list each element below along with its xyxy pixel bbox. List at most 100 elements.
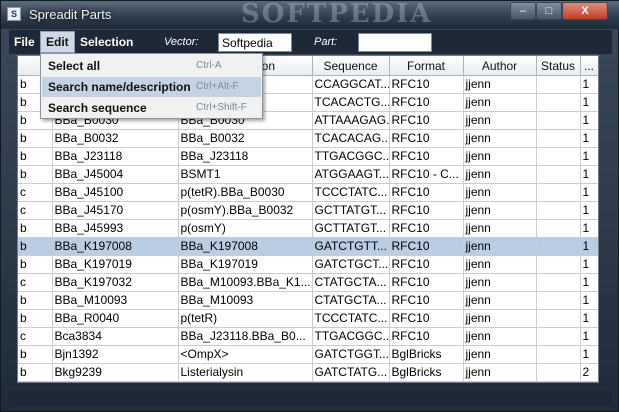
column-header[interactable]: Format — [389, 56, 464, 76]
table-cell[interactable]: 1 — [580, 75, 598, 94]
table-cell[interactable]: jjenn — [463, 111, 537, 130]
table-cell[interactable]: b — [18, 165, 53, 184]
table-cell[interactable]: ATGGAAGT... — [312, 165, 390, 184]
table-cell[interactable] — [536, 147, 581, 166]
table-cell[interactable]: jjenn — [463, 219, 537, 238]
table-cell[interactable]: jjenn — [463, 309, 537, 328]
table-cell[interactable]: RFC10 — [389, 75, 464, 94]
table-cell[interactable]: p(tetR) — [178, 309, 313, 328]
table-cell[interactable]: TCCCTATC... — [312, 309, 390, 328]
table-cell[interactable]: 1 — [580, 93, 598, 112]
table-cell[interactable]: TCCCTATC... — [312, 183, 390, 202]
table-cell[interactable]: Listerialysin — [178, 363, 313, 382]
table-cell[interactable]: RFC10 — [389, 93, 464, 112]
table-cell[interactable]: b — [18, 147, 53, 166]
table-cell[interactable] — [536, 309, 581, 328]
table-cell[interactable] — [536, 93, 581, 112]
table-cell[interactable]: 1 — [580, 309, 598, 328]
table-cell[interactable]: p(osmY).BBa_B0032 — [178, 201, 313, 220]
table-cell[interactable]: BBa_K197019 — [52, 255, 179, 274]
table-cell[interactable]: b — [18, 129, 53, 148]
table-cell[interactable] — [536, 327, 581, 346]
table-cell[interactable]: b — [18, 345, 53, 364]
table-cell[interactable] — [536, 237, 581, 256]
table-cell[interactable]: CTATGCTA... — [312, 291, 390, 310]
table-cell[interactable]: TTGACGGC... — [312, 327, 390, 346]
table-cell[interactable]: jjenn — [463, 291, 537, 310]
table-cell[interactable] — [536, 129, 581, 148]
table-cell[interactable]: RFC10 — [389, 327, 464, 346]
table-cell[interactable] — [536, 183, 581, 202]
table-cell[interactable]: jjenn — [463, 363, 537, 382]
menu-selection[interactable]: Selection — [75, 32, 138, 52]
table-cell[interactable]: CCAGGCAT... — [312, 75, 390, 94]
table-cell[interactable]: BBa_R0040 — [52, 309, 179, 328]
table-cell[interactable]: jjenn — [463, 273, 537, 292]
table-cell[interactable]: jjenn — [463, 201, 537, 220]
table-row[interactable]: b BBa_R0040 p(tetR) TCCCTATC... RFC10 jjenn 1 — [18, 309, 598, 328]
table-cell[interactable]: p(osmY) — [178, 219, 313, 238]
minimize-button[interactable]: – — [510, 2, 536, 20]
column-header[interactable]: ... — [580, 56, 598, 76]
table-cell[interactable] — [536, 255, 581, 274]
table-cell[interactable]: c — [18, 201, 53, 220]
table-cell[interactable]: jjenn — [463, 345, 537, 364]
table-cell[interactable]: jjenn — [463, 183, 537, 202]
table-cell[interactable]: BBa_M10093 — [178, 291, 313, 310]
table-cell[interactable]: BBa_J45993 — [52, 219, 179, 238]
table-cell[interactable]: TCACACAG... — [312, 129, 390, 148]
table-cell[interactable]: jjenn — [463, 237, 537, 256]
menu-edit[interactable]: Edit — [40, 31, 75, 53]
table-cell[interactable]: RFC10 — [389, 111, 464, 130]
table-cell[interactable]: 1 — [580, 147, 598, 166]
table-cell[interactable]: 1 — [580, 273, 598, 292]
table-row[interactable]: c BBa_J45100 p(tetR).BBa_B0030 TCCCTATC... R… — [18, 183, 598, 202]
table-cell[interactable]: TCACACTG... — [312, 93, 390, 112]
table-cell[interactable]: Bca3834 — [52, 327, 179, 346]
menu-item-search-sequence[interactable]: Search sequence Ctrl+Shift-F — [42, 98, 261, 118]
app-icon[interactable]: S — [7, 7, 21, 21]
title-bar[interactable]: S Spreadit Parts SOFTPEDIA – □ X — [1, 0, 619, 29]
table-cell[interactable] — [536, 75, 581, 94]
table-row[interactable]: b BBa_B0032 BBa_B0032 TCACACAG... RFC10 jjenn… — [18, 129, 598, 148]
table-cell[interactable]: RFC10 — [389, 201, 464, 220]
table-cell[interactable]: RFC10 — [389, 309, 464, 328]
table-cell[interactable]: b — [18, 309, 53, 328]
table-cell[interactable]: GATCTGCT... — [312, 255, 390, 274]
table-cell[interactable]: jjenn — [463, 327, 537, 346]
table-cell[interactable]: GATCTGGT... — [312, 345, 390, 364]
table-cell[interactable]: BBa_J23118 — [52, 147, 179, 166]
menu-item-search-name[interactable]: Search name/description Ctrl+Alt-F — [42, 77, 261, 97]
table-cell[interactable]: BBa_K197008 — [178, 237, 313, 256]
table-cell[interactable]: jjenn — [463, 147, 537, 166]
table-cell[interactable]: BBa_J45100 — [52, 183, 179, 202]
table-row[interactable]: c BBa_K197032 BBa_M10093.BBa_K1... CTATGCTA… — [18, 273, 598, 292]
table-cell[interactable] — [536, 111, 581, 130]
vector-input[interactable] — [218, 33, 292, 52]
table-cell[interactable]: Bkg9239 — [52, 363, 179, 382]
table-cell[interactable]: b — [18, 237, 53, 256]
table-cell[interactable]: GCTTATGT... — [312, 201, 390, 220]
table-cell[interactable]: 2 — [580, 363, 598, 382]
table-cell[interactable]: RFC10 - C... — [389, 165, 464, 184]
table-cell[interactable]: 1 — [580, 201, 598, 220]
table-row[interactable]: b BBa_K197008 BBa_K197008 GATCTGTT... RFC10 j… — [18, 237, 598, 256]
table-cell[interactable]: BBa_M10093 — [52, 291, 179, 310]
table-cell[interactable] — [536, 291, 581, 310]
table-cell[interactable]: RFC10 — [389, 273, 464, 292]
table-cell[interactable]: RFC10 — [389, 183, 464, 202]
table-row[interactable]: c Bca3834 BBa_J23118.BBa_B0... TTGACGGC... R… — [18, 327, 598, 346]
table-cell[interactable]: RFC10 — [389, 147, 464, 166]
column-header[interactable]: Status — [536, 56, 581, 76]
table-cell[interactable]: RFC10 — [389, 291, 464, 310]
table-cell[interactable]: jjenn — [463, 255, 537, 274]
close-button[interactable]: X — [562, 2, 608, 20]
table-cell[interactable] — [536, 273, 581, 292]
table-cell[interactable]: TTGACGGC... — [312, 147, 390, 166]
table-cell[interactable]: 1 — [580, 219, 598, 238]
table-cell[interactable]: GCTTATGT... — [312, 219, 390, 238]
table-cell[interactable] — [536, 201, 581, 220]
maximize-button[interactable]: □ — [536, 2, 562, 20]
table-cell[interactable]: jjenn — [463, 165, 537, 184]
table-cell[interactable]: BBa_B0032 — [178, 129, 313, 148]
